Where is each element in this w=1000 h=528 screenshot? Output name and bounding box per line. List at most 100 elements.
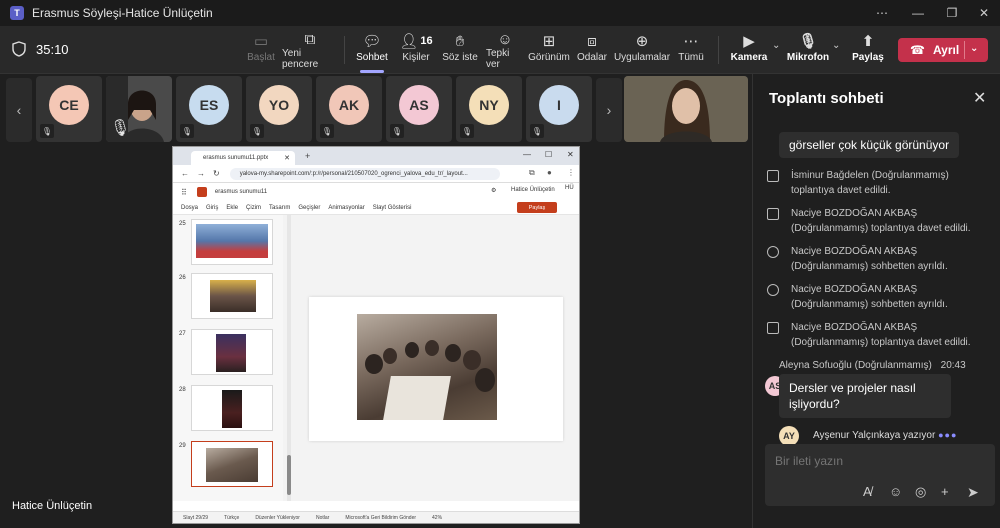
app-launcher-icon[interactable]: ⠿ [181, 188, 187, 197]
slide-counter: Slayt 29/29 [183, 514, 209, 521]
mic-button[interactable]: 🎙︎ Mikrofon [787, 30, 829, 70]
browser-tab[interactable]: erasmus sunumu11.pptx ✕ [191, 151, 295, 165]
typing-indicator: Ayşenur Yalçınkaya yazıyor ●●● [813, 430, 957, 441]
more-options-icon[interactable]: ⋯ [864, 0, 900, 26]
chat-button[interactable]: 💬︎ Sohbet [354, 30, 390, 73]
slide-thumbnail[interactable] [191, 273, 273, 319]
ribbon-tab-slideshow[interactable]: Slayt Gösterisi [373, 205, 412, 211]
self-video [624, 76, 748, 142]
more-button[interactable]: ⋯ Tümü [676, 30, 706, 70]
ribbon-tab-home[interactable]: Giriş [206, 205, 218, 211]
url-field[interactable]: yalova-my.sharepoint.com/:p:/r/personal/… [229, 167, 500, 180]
browser-maximize-icon[interactable]: ☐ [545, 150, 552, 159]
rooms-button[interactable]: ⧈ Odalar [576, 30, 608, 70]
notes-toggle[interactable]: Notlar [316, 515, 329, 521]
share-button[interactable]: ⬆ Paylaş [852, 30, 884, 70]
scrollbar-thumb[interactable] [287, 455, 291, 495]
participant-tile[interactable]: CE 🎙︎ [36, 76, 102, 142]
message-input[interactable] [775, 454, 975, 468]
participant-tile[interactable]: NY 🎙︎ [456, 76, 522, 142]
minimize-button[interactable]: — [900, 0, 936, 26]
photo-person [383, 348, 397, 364]
meeting-chat-panel: Toplantı sohbeti ✕ görseller çok küçük g… [752, 74, 1000, 528]
add-attachment-icon[interactable]: + [941, 484, 949, 499]
loop-icon[interactable]: ◎ [915, 484, 926, 500]
photo-person [365, 354, 383, 374]
participant-tile[interactable]: ES 🎙︎ [176, 76, 242, 142]
feedback-link[interactable]: Microsoft'a Geri Bildirim Gönder [345, 515, 416, 521]
camera-options-chevron-icon[interactable]: ⌄ [772, 40, 780, 51]
language-indicator[interactable]: Türkçe [224, 515, 239, 521]
view-button[interactable]: ⊞ Görünüm [528, 30, 570, 70]
slide-thumbnail[interactable] [191, 219, 273, 265]
close-window-button[interactable]: ✕ [966, 0, 1000, 26]
format-icon[interactable]: A̸ [863, 484, 872, 499]
mic-muted-icon: 🎙︎ [460, 124, 474, 138]
react-button[interactable]: ☺ Tepki ver [486, 30, 524, 71]
message-sender: Aleyna Sofuoğlu (Doğrulanmamış) 20:43 [779, 360, 966, 371]
start-button[interactable]: ▭ Başlat [244, 30, 278, 70]
slide-thumbnail-pane: 25 26 27 28 29 [173, 215, 283, 501]
thumb-number: 28 [179, 387, 186, 393]
settings-gear-icon[interactable]: ⚙ [491, 187, 496, 194]
send-icon[interactable]: ➤ [967, 484, 979, 501]
participant-tile[interactable]: AK 🎙︎ [316, 76, 382, 142]
camera-button[interactable]: ▶ Kamera [730, 30, 768, 70]
ppt-file-name[interactable]: erasmus sunumu11 [215, 189, 267, 195]
profile-icon[interactable]: ● [547, 168, 552, 177]
chat-message-bubble[interactable]: görseller çok küçük görünüyor [779, 132, 960, 158]
avatar[interactable]: HÜ [565, 185, 574, 191]
people-button[interactable]: 👤︎ 16 Kişiler [398, 30, 434, 70]
ribbon-tab-draw[interactable]: Çizim [246, 205, 261, 211]
invite-icon [767, 322, 779, 334]
ribbon-tab-insert[interactable]: Ekle [226, 205, 238, 211]
mic-muted-icon: 🎙︎ [180, 124, 194, 138]
thumbnail-image [216, 334, 246, 372]
thumbnail-scrollbar[interactable] [287, 215, 291, 501]
zoom-level[interactable]: 42% [432, 515, 442, 521]
forward-arrow-icon[interactable]: → [197, 169, 205, 178]
back-arrow-icon[interactable]: ← [181, 169, 189, 178]
apps-label: Uygulamalar [613, 52, 671, 63]
ribbon-tab-animations[interactable]: Animasyonlar [328, 205, 364, 211]
browser-close-icon[interactable]: ✕ [567, 150, 574, 159]
strip-prev-arrow-icon[interactable]: ‹ [6, 78, 32, 142]
mic-muted-icon: 🎙︎ [250, 124, 264, 138]
person-left-icon [767, 246, 779, 258]
ppt-share-button[interactable]: Paylaş [517, 202, 557, 213]
slide-thumbnail-selected[interactable] [191, 441, 273, 487]
slide-thumbnail[interactable] [191, 329, 273, 375]
leave-options-chevron-icon[interactable]: ⌄ [970, 43, 978, 54]
avatar: NY [469, 85, 509, 125]
apps-button[interactable]: ⊕ Uygulamalar [613, 30, 671, 70]
close-chat-icon[interactable]: ✕ [973, 88, 986, 108]
plus-square-icon: ⊕ [635, 33, 649, 50]
system-message: Naciye BOZDOĞAN AKBAŞ (Doğrulanmamış) so… [767, 282, 993, 312]
participant-tile[interactable]: AS 🎙︎ [386, 76, 452, 142]
current-slide[interactable] [309, 297, 563, 441]
ribbon-tab-file[interactable]: Dosya [181, 205, 198, 211]
chat-message-bubble[interactable]: Dersler ve projeler nasıl işliyordu? [779, 374, 951, 418]
participant-video-tile[interactable]: 🎙︎ [106, 76, 172, 142]
emoji-icon[interactable]: ☺ [889, 484, 902, 499]
raise-hand-button[interactable]: ✋︎ Söz iste [442, 30, 478, 70]
title-bar: T Erasmus Söyleşi-Hatice Ünlüçetin [0, 0, 1000, 26]
browser-menu-icon[interactable]: ⋮ [567, 168, 575, 177]
participant-tile[interactable]: I 🎙︎ [526, 76, 592, 142]
extensions-icon[interactable]: ⧉ [529, 168, 535, 178]
ribbon-tab-transitions[interactable]: Geçişler [298, 205, 320, 211]
maximize-button[interactable]: ❐ [934, 0, 970, 26]
ribbon-tab-design[interactable]: Tasarım [269, 205, 290, 211]
mic-options-chevron-icon[interactable]: ⌄ [832, 40, 840, 51]
close-tab-icon[interactable]: ✕ [284, 154, 290, 162]
new-window-button[interactable]: ⧉ Yeni pencere [282, 30, 338, 71]
browser-minimize-icon[interactable]: — [523, 150, 531, 159]
new-tab-icon[interactable]: + [305, 151, 310, 161]
self-video-tile[interactable] [624, 76, 748, 142]
leave-button[interactable]: ☎ Ayrıl ⌄ [898, 38, 988, 62]
strip-next-arrow-icon[interactable]: › [596, 78, 622, 142]
slide-thumbnail[interactable] [191, 385, 273, 431]
system-message: Naciye BOZDOĞAN AKBAŞ (Doğrulanmamış) so… [767, 244, 993, 274]
reload-icon[interactable]: ↻ [213, 169, 220, 178]
participant-tile[interactable]: YO 🎙︎ [246, 76, 312, 142]
